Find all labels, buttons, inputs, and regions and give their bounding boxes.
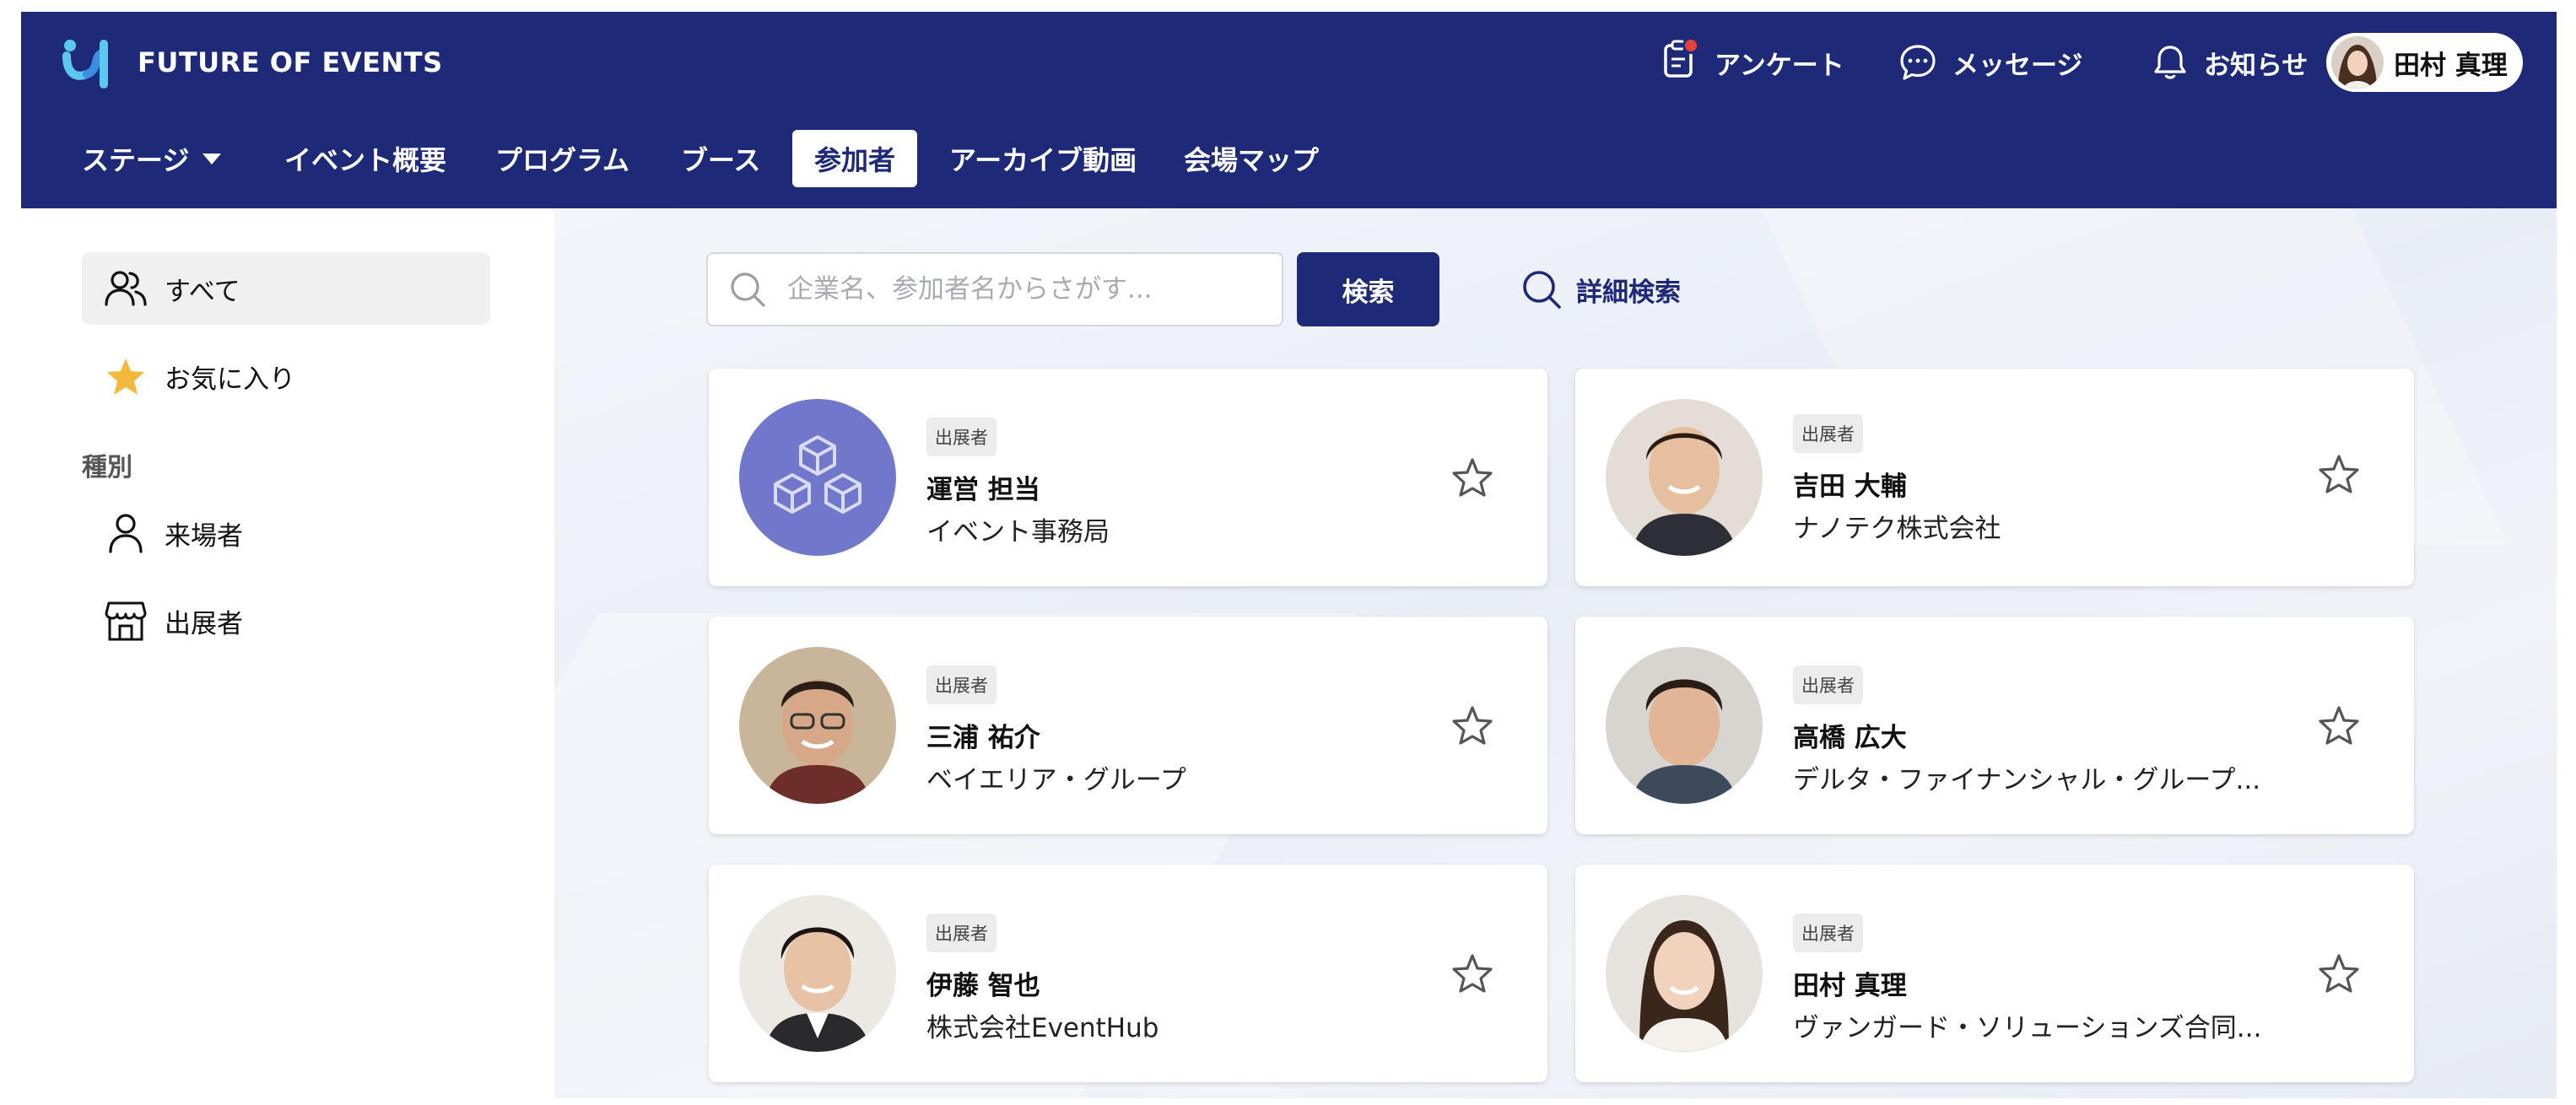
notifications-label: お知らせ bbox=[2204, 50, 2309, 81]
main-nav: ステージ イベント概要 プログラム ブース 参加者 アーカイブ動画 会場マップ bbox=[21, 130, 1455, 191]
user-menu[interactable]: 田村 真理 bbox=[2326, 33, 2523, 92]
messages-link[interactable]: メッセージ bbox=[1898, 37, 2082, 88]
participant-company: 株式会社EventHub bbox=[926, 1013, 1159, 1043]
search-field[interactable] bbox=[706, 252, 1283, 326]
search-button[interactable]: 検索 bbox=[1297, 252, 1439, 326]
participant-card[interactable]: 出展者 運営 担当 イベント事務局 bbox=[709, 369, 1547, 586]
nav-archive[interactable]: アーカイブ動画 bbox=[949, 130, 1137, 187]
caret-down-icon bbox=[203, 153, 222, 164]
participant-company: ヴァンガード・ソリューションズ合同... bbox=[1793, 1013, 2262, 1043]
brand-logo-icon[interactable] bbox=[62, 37, 116, 89]
participant-card[interactable]: 出展者 田村 真理 ヴァンガード・ソリューションズ合同... bbox=[1575, 865, 2414, 1082]
participant-type-badge: 出展者 bbox=[1793, 914, 1863, 952]
participant-company: イベント事務局 bbox=[926, 517, 1110, 547]
participant-type-badge: 出展者 bbox=[926, 914, 996, 952]
survey-notification-dot bbox=[1682, 37, 1699, 54]
survey-link[interactable]: アンケート bbox=[1662, 37, 1844, 88]
participant-avatar bbox=[739, 647, 896, 804]
sidebar-item-favorites[interactable]: お気に入り bbox=[82, 340, 490, 412]
bell-icon bbox=[2154, 46, 2186, 79]
nav-booth[interactable]: ブース bbox=[681, 130, 760, 187]
participant-avatar bbox=[1606, 895, 1763, 1052]
participant-name: 三浦 祐介 bbox=[926, 723, 1040, 753]
participant-type-badge: 出展者 bbox=[926, 418, 996, 456]
cubes-logo-icon bbox=[739, 399, 896, 556]
sidebar-item-exhibitors[interactable]: 出展者 bbox=[82, 585, 490, 657]
participant-card[interactable]: 出展者 高橋 広大 デルタ・ファイナンシャル・グループ... bbox=[1575, 617, 2414, 834]
participant-name: 伊藤 智也 bbox=[926, 971, 1040, 1001]
favorite-star-icon[interactable] bbox=[1451, 456, 1493, 499]
participant-type-badge: 出展者 bbox=[1793, 414, 1863, 453]
participant-name: 運営 担当 bbox=[926, 475, 1040, 505]
storefront-icon bbox=[105, 601, 147, 641]
participant-type-badge: 出展者 bbox=[926, 666, 996, 704]
survey-label: アンケート bbox=[1715, 50, 1844, 81]
nav-program[interactable]: プログラム bbox=[495, 130, 629, 187]
participant-company: ベイエリア・グループ bbox=[926, 765, 1186, 795]
nav-stage-dropdown[interactable]: ステージ bbox=[82, 130, 222, 187]
nav-overview[interactable]: イベント概要 bbox=[284, 130, 446, 187]
star-filled-icon bbox=[107, 358, 144, 395]
main-content: 検索 詳細検索 bbox=[554, 208, 2557, 1098]
app-window: FUTURE OF EVENTS アンケート メッセージ お知らせ 田村 真理 … bbox=[21, 12, 2557, 1098]
sidebar-item-all-label: すべて bbox=[165, 276, 240, 307]
header: FUTURE OF EVENTS アンケート メッセージ お知らせ 田村 真理 … bbox=[21, 12, 2557, 208]
participant-name: 田村 真理 bbox=[1793, 971, 1907, 1001]
user-name: 田村 真理 bbox=[2394, 50, 2508, 81]
participant-card[interactable]: 出展者 吉田 大輔 ナノテク株式会社 bbox=[1575, 369, 2414, 586]
participant-avatar bbox=[1606, 399, 1763, 556]
participant-company: デルタ・ファイナンシャル・グループ... bbox=[1793, 765, 2261, 795]
nav-participants[interactable]: 参加者 bbox=[792, 130, 918, 187]
participant-avatar bbox=[1606, 647, 1763, 804]
sidebar-item-exhibitors-label: 出展者 bbox=[165, 608, 243, 639]
sidebar-item-visitors[interactable]: 来場者 bbox=[82, 497, 490, 569]
search-icon bbox=[1523, 271, 1561, 309]
search-icon bbox=[731, 272, 765, 307]
sidebar-item-visitors-label: 来場者 bbox=[165, 520, 243, 552]
advanced-search-link[interactable]: 詳細検索 bbox=[1520, 261, 1681, 318]
person-icon bbox=[109, 514, 143, 553]
nav-venue-map[interactable]: 会場マップ bbox=[1184, 130, 1319, 187]
search-input[interactable] bbox=[787, 274, 1260, 305]
people-icon bbox=[105, 271, 147, 306]
chat-bubble-icon bbox=[1900, 45, 1936, 80]
favorite-star-icon[interactable] bbox=[2318, 704, 2360, 747]
favorite-star-icon[interactable] bbox=[1451, 704, 1493, 747]
brand-name: FUTURE OF EVENTS bbox=[138, 46, 443, 78]
participant-company: ナノテク株式会社 bbox=[1793, 514, 2001, 544]
sidebar-item-favorites-label: お気に入り bbox=[165, 364, 295, 395]
favorite-star-icon[interactable] bbox=[2318, 952, 2360, 994]
sidebar-heading-type: 種別 bbox=[82, 453, 132, 482]
participant-card[interactable]: 出展者 伊藤 智也 株式会社EventHub bbox=[709, 865, 1547, 1082]
nav-stage-label: ステージ bbox=[82, 144, 190, 176]
advanced-search-label: 詳細検索 bbox=[1576, 277, 1681, 308]
participant-card[interactable]: 出展者 三浦 祐介 ベイエリア・グループ bbox=[709, 617, 1547, 834]
survey-icon bbox=[1662, 37, 1715, 86]
participant-type-badge: 出展者 bbox=[1793, 666, 1863, 704]
favorite-star-icon[interactable] bbox=[2318, 453, 2360, 495]
favorite-star-icon[interactable] bbox=[1451, 952, 1493, 994]
messages-label: メッセージ bbox=[1952, 50, 2083, 81]
participant-avatar bbox=[739, 895, 896, 1052]
sidebar: すべて お気に入り 種別 来場者 出展者 bbox=[21, 208, 554, 1098]
user-avatar bbox=[2331, 36, 2384, 89]
participant-name: 吉田 大輔 bbox=[1793, 472, 1907, 502]
notifications-link[interactable]: お知らせ bbox=[2152, 37, 2308, 88]
sidebar-item-all[interactable]: すべて bbox=[82, 252, 490, 325]
participant-name: 高橋 広大 bbox=[1793, 723, 1907, 753]
